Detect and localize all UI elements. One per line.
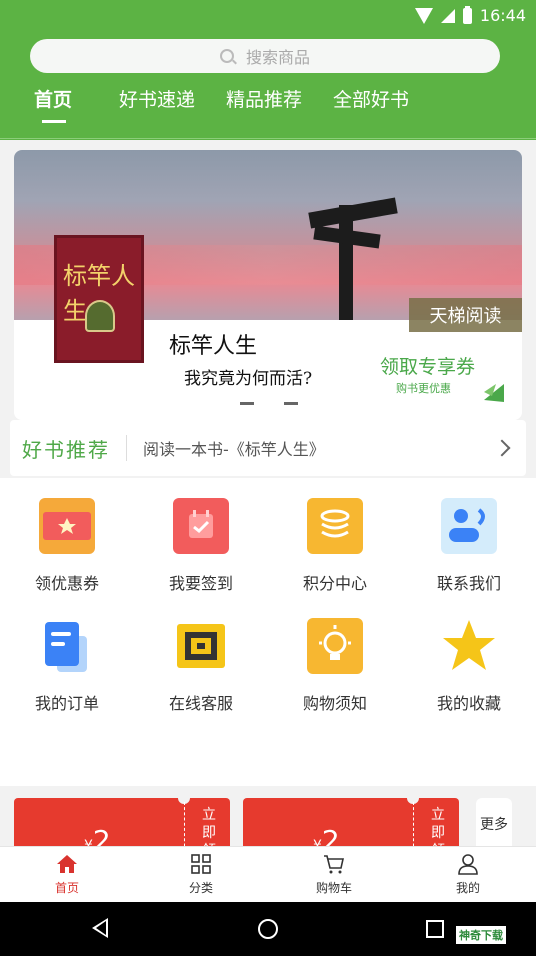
banner-subtitle: 我究竟为何而活? bbox=[184, 369, 313, 389]
active-tab-indicator bbox=[42, 120, 66, 123]
feature-grid: 领优惠券 我要签到 积分中心 联系我们 我的订单 在线客服 购物须知 我的收藏 bbox=[0, 478, 536, 786]
grid-item-checkin[interactable]: 我要签到 bbox=[134, 478, 268, 598]
grid-item-service[interactable]: 在线客服 bbox=[134, 598, 268, 718]
coupon-amount: ¥2 bbox=[84, 824, 111, 848]
recommendation-divider bbox=[126, 435, 127, 461]
coupon-value: 2 bbox=[92, 824, 111, 848]
coupon-row: ¥2 立即领 ¥2 立即领 更多 bbox=[0, 786, 536, 848]
search-placeholder: 搜索商品 bbox=[245, 48, 310, 67]
top-tabs: 首页 好书速递 精品推荐 全部好书 bbox=[0, 82, 536, 122]
grid-item-label: 领优惠券 bbox=[34, 574, 99, 593]
banner-coupon-text: 领取专享券 bbox=[380, 356, 476, 378]
battery-icon bbox=[462, 5, 472, 24]
coupon-card[interactable]: ¥2 立即领 bbox=[243, 792, 459, 848]
chevron-right-icon[interactable] bbox=[493, 439, 511, 457]
coupon-divider bbox=[184, 802, 185, 848]
grid-item-label: 积分中心 bbox=[302, 574, 367, 593]
coupon-claim-button[interactable]: 立即领 bbox=[431, 806, 451, 848]
recommendation-bar[interactable]: 好书推荐 阅读一本书-《标竿人生》 bbox=[10, 420, 526, 476]
grid-item-label: 我的订单 bbox=[34, 694, 99, 713]
book-cover-image: 标竿人生 bbox=[54, 235, 144, 363]
nav-cart[interactable]: 购物车 bbox=[284, 853, 384, 896]
recommendation-text: 阅读一本书-《标竿人生》 bbox=[143, 440, 325, 459]
tab-all-books[interactable]: 全部好书 bbox=[333, 85, 409, 112]
nav-label: 分类 bbox=[188, 881, 213, 895]
tree-icon bbox=[85, 300, 115, 332]
grid-item-label: 购物须知 bbox=[302, 694, 367, 713]
nav-label: 购物车 bbox=[315, 881, 352, 895]
coupon-icon bbox=[39, 498, 95, 554]
banner-coupon-subtext: 购书更优惠 bbox=[396, 382, 451, 395]
grid-item-orders[interactable]: 我的订单 bbox=[0, 598, 134, 718]
tab-home[interactable]: 首页 bbox=[34, 85, 72, 112]
cart-icon bbox=[324, 855, 344, 874]
signal-icon bbox=[440, 8, 455, 23]
grid-item-contact[interactable]: 联系我们 bbox=[402, 478, 536, 598]
banner-tag: 天梯阅读 bbox=[409, 298, 522, 332]
headset-icon bbox=[173, 618, 229, 674]
header-divider bbox=[0, 138, 536, 139]
coupon-divider bbox=[413, 802, 414, 848]
grid-item-label: 联系我们 bbox=[436, 574, 501, 593]
nav-home[interactable]: 首页 bbox=[17, 853, 117, 896]
leaf-logo-icon bbox=[484, 384, 504, 402]
contact-icon bbox=[441, 498, 497, 554]
user-icon bbox=[458, 854, 478, 875]
search-icon bbox=[219, 49, 234, 63]
wifi-icon bbox=[414, 7, 433, 24]
search-input[interactable]: 搜索商品 bbox=[30, 39, 500, 73]
coins-icon bbox=[307, 498, 363, 554]
nav-label: 首页 bbox=[54, 881, 79, 895]
system-nav-bar: 神奇下载 bbox=[0, 902, 536, 956]
carousel-dot[interactable] bbox=[284, 402, 298, 405]
status-icons: 16:44 bbox=[414, 5, 526, 25]
home-icon bbox=[57, 855, 77, 873]
coupon-value: 2 bbox=[321, 824, 340, 848]
grid-item-points[interactable]: 积分中心 bbox=[268, 478, 402, 598]
back-icon[interactable] bbox=[92, 918, 108, 938]
coupon-amount: ¥2 bbox=[313, 824, 340, 848]
order-icon bbox=[39, 618, 95, 674]
coupon-claim-button[interactable]: 立即领 bbox=[202, 806, 222, 848]
promo-banner[interactable]: 标竿人生 天梯阅读 标竿人生 我究竟为何而活? 领取专享券 购书更优惠 bbox=[14, 150, 522, 420]
recommendation-label: 好书推荐 bbox=[22, 437, 110, 462]
nav-label: 我的 bbox=[455, 881, 480, 895]
tab-featured[interactable]: 精品推荐 bbox=[226, 85, 302, 112]
grid-item-coupons[interactable]: 领优惠券 bbox=[0, 478, 134, 598]
bulb-icon bbox=[307, 618, 363, 674]
tab-quick-books[interactable]: 好书速递 bbox=[119, 85, 195, 112]
nav-profile[interactable]: 我的 bbox=[418, 853, 518, 896]
home-button-icon[interactable] bbox=[258, 919, 278, 939]
calendar-icon bbox=[173, 498, 229, 554]
watermark: 神奇下载 bbox=[456, 926, 506, 944]
grid-item-label: 我的收藏 bbox=[436, 694, 501, 713]
grid-item-favorites[interactable]: 我的收藏 bbox=[402, 598, 536, 718]
header: 搜索商品 首页 好书速递 精品推荐 全部好书 bbox=[0, 34, 536, 140]
nav-category[interactable]: 分类 bbox=[151, 853, 251, 896]
star-icon bbox=[441, 618, 497, 674]
banner-book-name: 标竿人生 bbox=[169, 334, 258, 359]
grid-icon bbox=[191, 854, 211, 874]
more-coupons-button[interactable]: 更多 bbox=[476, 798, 512, 848]
recent-apps-icon[interactable] bbox=[426, 920, 444, 938]
status-time: 16:44 bbox=[479, 6, 526, 25]
grid-item-label: 在线客服 bbox=[168, 694, 233, 713]
coupon-card[interactable]: ¥2 立即领 bbox=[14, 792, 230, 848]
signpost-arm bbox=[308, 197, 398, 229]
carousel-dots bbox=[240, 402, 298, 405]
carousel-dot[interactable] bbox=[240, 402, 254, 405]
status-bar: 16:44 bbox=[0, 0, 536, 34]
grid-item-label: 我要签到 bbox=[168, 574, 233, 593]
grid-item-guide[interactable]: 购物须知 bbox=[268, 598, 402, 718]
bottom-nav: 首页 分类 购物车 我的 bbox=[0, 846, 536, 902]
